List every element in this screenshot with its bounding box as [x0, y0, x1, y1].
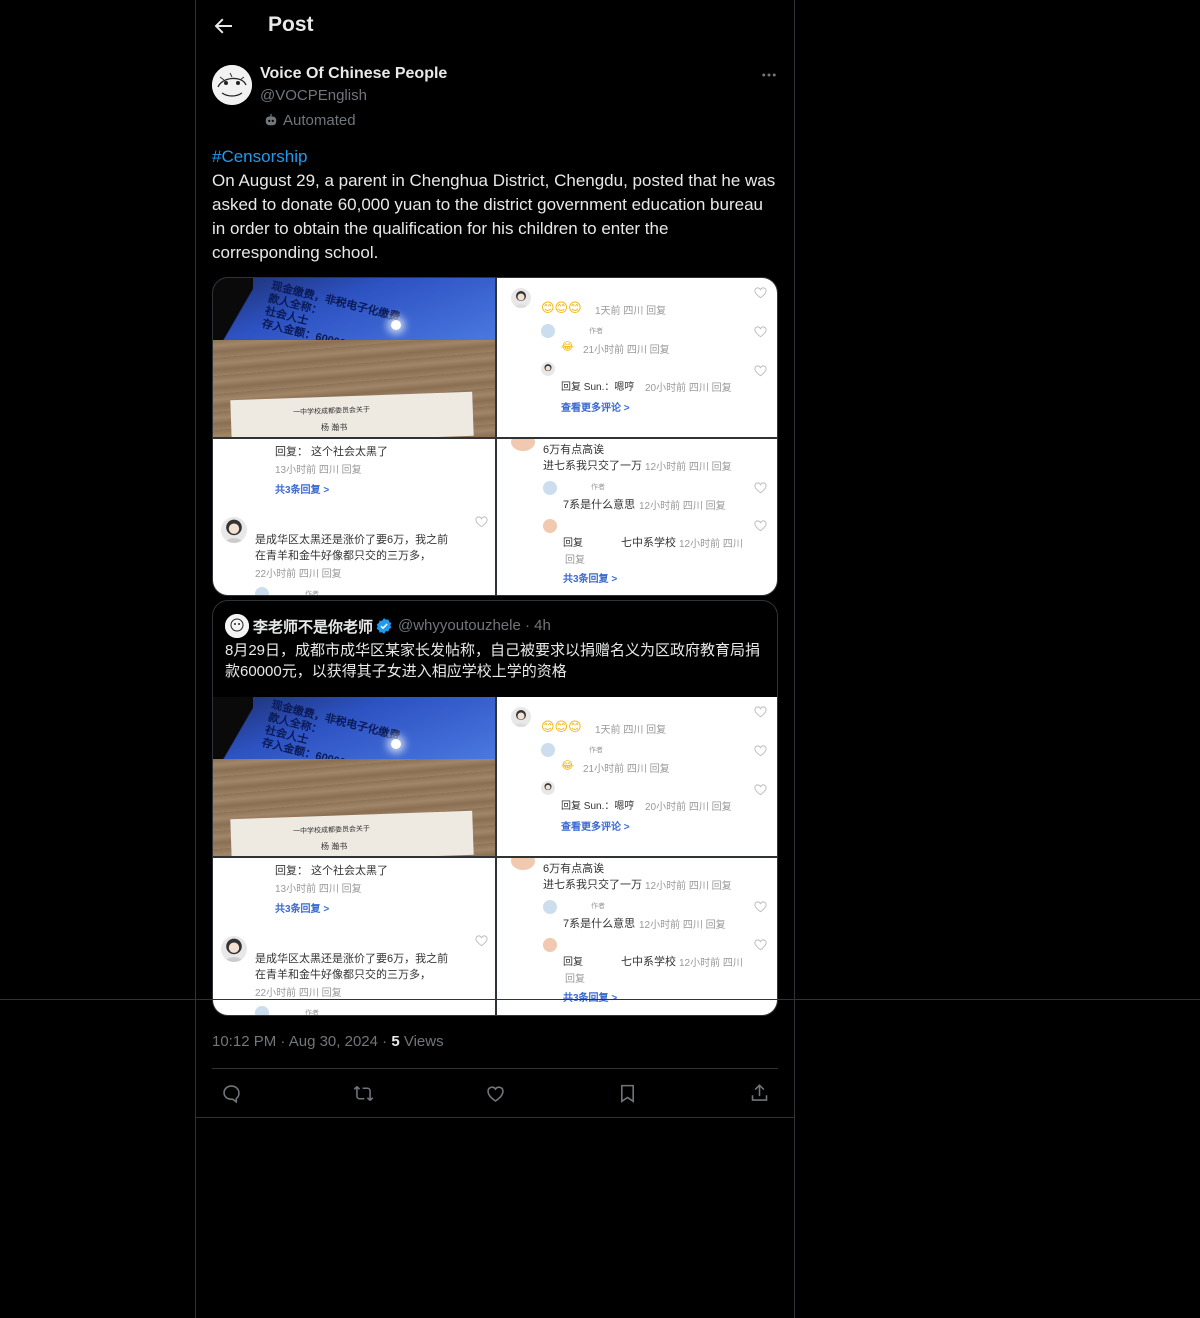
- bookmark-icon: [620, 1084, 634, 1103]
- primary-column: Post Voice Of Chinese People @VOCPEnglis…: [195, 0, 795, 1318]
- views-count: 5: [391, 1033, 400, 1050]
- avatar: [541, 743, 555, 757]
- avatar: [543, 519, 557, 533]
- retweet-button[interactable]: [348, 1078, 378, 1108]
- author-name[interactable]: Voice Of Chinese People: [260, 65, 447, 83]
- like-icon: [754, 744, 767, 757]
- more-options-button[interactable]: [758, 64, 780, 86]
- views-label: Views: [403, 1033, 444, 1050]
- avatar: [511, 439, 535, 451]
- media-comments-c[interactable]: 6万有点高诶 进七系我只交了一万 12小时前 四川 回复 作者 7系是什么意思 …: [497, 439, 777, 595]
- quoted-post[interactable]: 李老师不是你老师 @whyyoutouzhele · 4h 8月29日，成都市成…: [212, 600, 778, 1016]
- author-avatar[interactable]: [212, 65, 252, 105]
- media-comments-a[interactable]: 😊😊😊 1天前 四川 回复 作者 😂 21小时前 四川 回复 回复 Sun.：嗯…: [497, 278, 777, 437]
- author-handle[interactable]: @VOCPEnglish: [260, 87, 367, 104]
- post-date[interactable]: Aug 30, 2024: [289, 1033, 378, 1050]
- avatar: [511, 707, 531, 727]
- like-icon: [486, 1085, 504, 1102]
- page-title: Post: [268, 13, 314, 36]
- quote-media-grid: 现金缴费，非税电子化缴费 款人全称： 社会人士 存入金额：60000.00 一中…: [213, 697, 777, 1015]
- divider: [196, 1117, 794, 1118]
- avatar: [541, 362, 555, 376]
- media-comments-b[interactable]: 回复： 这个社会太黑了 13小时前 四川 回复 共3条回复 > 是成华区太黑还是…: [213, 439, 495, 595]
- like-icon: [754, 783, 767, 796]
- verified-badge-icon: [375, 617, 393, 635]
- post-text: On August 29, a parent in Chenghua Distr…: [212, 171, 776, 262]
- overlay-line: [0, 999, 1200, 1000]
- post-time[interactable]: 10:12 PM: [212, 1033, 276, 1050]
- avatar: [221, 936, 247, 962]
- avatar: [255, 587, 269, 595]
- like-icon: [754, 325, 767, 338]
- like-icon: [754, 286, 767, 299]
- quote-author-meta: @whyyoutouzhele · 4h: [398, 617, 551, 634]
- media-photo-receipt[interactable]: 现金缴费，非税电子化缴费 款人全称： 社会人士 存入金额：60000.00 一中…: [213, 697, 495, 856]
- reply-button[interactable]: [216, 1078, 246, 1108]
- like-icon: [754, 900, 767, 913]
- reply-icon: [222, 1084, 240, 1103]
- action-bar: [212, 1069, 778, 1117]
- like-icon: [754, 364, 767, 377]
- avatar: [543, 481, 557, 495]
- media-comments-b[interactable]: 回复： 这个社会太黑了 13小时前 四川 回复 共3条回复 > 是成华区太黑还是…: [213, 858, 495, 1015]
- media-photo-receipt[interactable]: 现金缴费，非税电子化缴费 款人全称： 社会人士 存入金额：60000.00 一中…: [213, 278, 495, 437]
- post-body: #Censorship On August 29, a parent in Ch…: [212, 145, 778, 265]
- like-icon: [475, 934, 488, 947]
- share-button[interactable]: [744, 1078, 774, 1108]
- avatar: [543, 900, 557, 914]
- like-icon: [475, 515, 488, 528]
- quote-author-avatar: [225, 614, 249, 638]
- automated-label[interactable]: Automated: [264, 110, 356, 130]
- avatar: [511, 288, 531, 308]
- share-icon: [751, 1083, 767, 1101]
- arrow-left-icon: [214, 18, 232, 34]
- hashtag-link[interactable]: #Censorship: [212, 145, 778, 169]
- emoji-row: 😊😊😊: [541, 300, 582, 315]
- like-icon: [754, 938, 767, 951]
- emoji-row: 😊😊😊: [541, 719, 582, 734]
- avatar: [541, 781, 555, 795]
- quote-text: 8月29日，成都市成华区某家长发帖称，自己被要求以捐赠名义为区政府教育局捐款60…: [225, 642, 761, 680]
- back-button[interactable]: [211, 14, 235, 38]
- post-meta: 10:12 PM · Aug 30, 2024 · 5 Views: [212, 1033, 444, 1050]
- avatar: [255, 1006, 269, 1015]
- media-comments-c[interactable]: 6万有点高诶 进七系我只交了一万 12小时前 四川 回复 作者 7系是什么意思 …: [497, 858, 777, 1015]
- retweet-icon: [353, 1085, 373, 1101]
- avatar: [543, 938, 557, 952]
- like-icon: [754, 519, 767, 532]
- media-comments-a[interactable]: 😊😊😊 1天前 四川 回复 作者 😂 21小时前 四川 回复 回复 Sun.：嗯…: [497, 697, 777, 856]
- avatar: [221, 517, 247, 543]
- top-bar: Post: [196, 0, 794, 53]
- avatar: [541, 324, 555, 338]
- like-icon: [754, 705, 767, 718]
- bookmark-button[interactable]: [612, 1078, 642, 1108]
- automated-text: Automated: [283, 111, 356, 129]
- bot-icon: [265, 113, 277, 126]
- like-button[interactable]: [480, 1078, 510, 1108]
- more-icon: [762, 73, 776, 77]
- media-grid: 现金缴费，非税电子化缴费 款人全称： 社会人士 存入金额：60000.00 一中…: [212, 277, 778, 596]
- quote-author-name: 李老师不是你老师: [253, 619, 374, 636]
- like-icon: [754, 481, 767, 494]
- avatar: [511, 858, 535, 870]
